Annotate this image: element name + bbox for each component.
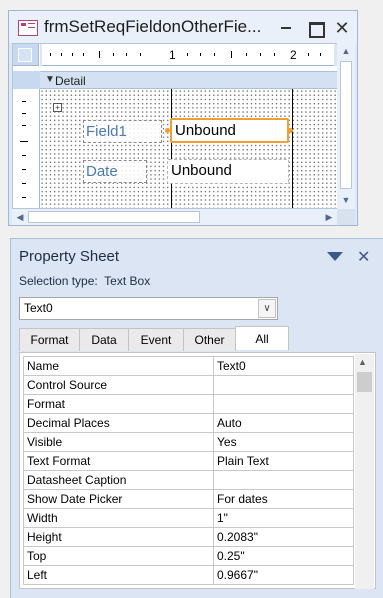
property-name: Control Source (23, 375, 214, 395)
property-row[interactable]: Visible Yes (23, 432, 354, 452)
section-selector[interactable] (13, 71, 40, 89)
tab-other[interactable]: Other (183, 328, 236, 351)
property-row[interactable]: Top 0.25" (23, 546, 354, 566)
date-textbox[interactable]: Unbound (167, 159, 289, 184)
horizontal-ruler[interactable]: 1 2 (40, 44, 354, 66)
property-value[interactable]: Auto (213, 413, 354, 433)
horizontal-scrollbar[interactable]: ◀ ▶ (12, 209, 337, 225)
ruler-label-2: 2 (290, 48, 297, 62)
tab-data[interactable]: Data (79, 328, 129, 351)
resize-handle[interactable] (165, 128, 170, 133)
close-icon[interactable]: ✕ (333, 19, 351, 37)
selected-control: Text0 (24, 301, 53, 315)
form-titlebar[interactable]: frmSetReqFieldonOtherFie... ✕ (9, 11, 357, 43)
property-name: Show Date Picker (23, 489, 214, 509)
move-handle-icon[interactable]: + (53, 103, 62, 112)
selection-type: Selection type: Text Box (19, 274, 150, 288)
resize-handle[interactable] (288, 128, 293, 133)
property-scrollbar[interactable]: ▲ (355, 354, 374, 589)
property-sheet: Property Sheet ✕ Selection type: Text Bo… (10, 238, 383, 598)
scrollbar-corner (337, 209, 355, 225)
minimize-icon[interactable] (277, 19, 295, 37)
property-row[interactable]: Control Source (23, 375, 354, 395)
form-selector[interactable] (13, 44, 39, 66)
scroll-down-icon[interactable]: ▼ (339, 193, 353, 207)
property-name: Text Format (23, 451, 214, 471)
property-value[interactable]: For dates (213, 489, 354, 509)
property-value[interactable]: 0.2083" (213, 527, 354, 547)
section-label: Detail (55, 74, 86, 88)
property-name: Visible (23, 432, 214, 452)
tab-format[interactable]: Format (19, 328, 80, 351)
close-icon[interactable]: ✕ (357, 247, 370, 267)
property-value[interactable]: Plain Text (213, 451, 354, 471)
vertical-ruler[interactable] (13, 89, 40, 208)
property-row[interactable]: Width 1" (23, 508, 354, 528)
property-row[interactable]: Decimal Places Auto (23, 413, 354, 433)
field1-textbox[interactable]: Unbound (170, 118, 289, 143)
property-grid: Name Text0 Control Source Format Decimal … (23, 356, 354, 585)
chevron-down-icon[interactable]: ∨ (258, 299, 276, 318)
scroll-up-icon[interactable]: ▲ (358, 357, 367, 367)
collapse-arrow-icon[interactable] (327, 252, 343, 261)
property-scroll-thumb[interactable] (357, 372, 372, 392)
property-row[interactable]: Text Format Plain Text (23, 451, 354, 471)
property-name: Decimal Places (23, 413, 214, 433)
property-name: Width (23, 508, 214, 528)
property-name: Datasheet Caption (23, 470, 214, 490)
property-value[interactable] (213, 470, 354, 490)
property-row[interactable]: Format (23, 394, 354, 414)
property-value[interactable]: 0.9667" (213, 565, 354, 585)
property-row[interactable]: Height 0.2083" (23, 527, 354, 547)
detail-grid[interactable]: + Field1 Unbound Date Unbound (40, 89, 354, 208)
date-label[interactable]: Date (83, 160, 147, 183)
property-value[interactable] (213, 375, 354, 395)
property-row[interactable]: Name Text0 (23, 356, 354, 376)
property-row[interactable]: Show Date Picker For dates (23, 489, 354, 509)
property-name: Name (23, 356, 214, 376)
ruler-label-1: 1 (169, 48, 176, 62)
property-grid-panel: Name Text0 Control Source Format Decimal … (19, 352, 376, 589)
property-value[interactable]: 1" (213, 508, 354, 528)
detail-section-bar[interactable]: ▼ Detail (40, 71, 354, 89)
property-name: Top (23, 546, 214, 566)
property-row[interactable]: Left 0.9667" (23, 565, 354, 585)
property-name: Left (23, 565, 214, 585)
horizontal-scroll-thumb[interactable] (28, 211, 200, 223)
tab-event[interactable]: Event (128, 328, 184, 351)
control-selector-dropdown[interactable]: Text0 ∨ (19, 297, 278, 320)
maximize-icon[interactable] (306, 19, 325, 38)
property-name: Height (23, 527, 214, 547)
property-value[interactable]: Yes (213, 432, 354, 452)
field1-label[interactable]: Field1 (83, 120, 162, 143)
section-arrow-icon: ▼ (45, 74, 55, 85)
property-value[interactable]: 0.25" (213, 546, 354, 566)
vertical-scroll-thumb[interactable] (340, 61, 352, 189)
scroll-up-icon[interactable]: ▲ (339, 44, 353, 58)
property-sheet-title: Property Sheet (19, 248, 120, 265)
form-title: frmSetReqFieldonOtherFie... (44, 17, 262, 36)
form-design-window: frmSetReqFieldonOtherFie... ✕ 1 2 ▼ Deta… (8, 10, 358, 226)
form-icon (18, 20, 38, 36)
property-name: Format (23, 394, 214, 414)
property-value[interactable]: Text0 (213, 356, 354, 376)
tab-all[interactable]: All (235, 326, 289, 350)
property-row[interactable]: Datasheet Caption (23, 470, 354, 490)
selection-type-value: Text Box (104, 274, 151, 288)
vertical-scrollbar[interactable]: ▲ ▼ (337, 43, 355, 225)
selection-type-label: Selection type: (19, 274, 98, 288)
property-value[interactable] (213, 394, 354, 414)
scroll-right-icon[interactable]: ▶ (322, 210, 336, 224)
scroll-left-icon[interactable]: ◀ (13, 210, 27, 224)
design-surface: 1 2 ▼ Detail + Field1 Unbound Date Unbou… (12, 43, 355, 209)
